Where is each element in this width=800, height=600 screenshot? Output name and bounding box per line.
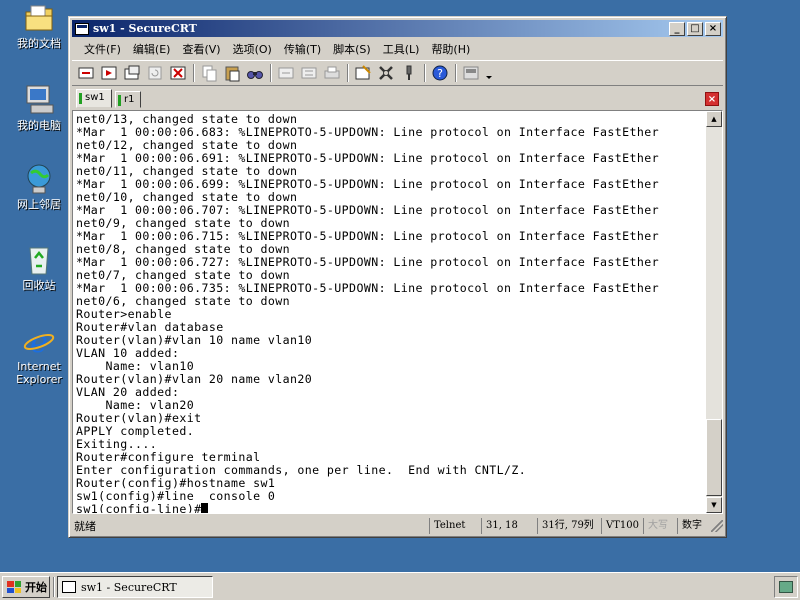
network-places-icon — [22, 163, 56, 195]
tab-sw1[interactable]: sw1 — [76, 89, 112, 108]
minimize-button[interactable]: _ — [669, 21, 685, 36]
status-cursor-position: 31, 18 — [481, 517, 537, 534]
menu-help[interactable]: 帮助(H) — [425, 41, 476, 57]
tab-status-indicator — [79, 93, 82, 104]
resize-grip[interactable] — [711, 519, 723, 532]
menu-options[interactable]: 选项(O) — [227, 41, 278, 57]
menu-view[interactable]: 查看(V) — [176, 41, 226, 57]
securecrt-app-icon — [75, 22, 89, 35]
status-num-lock: 数字 — [677, 517, 709, 534]
scroll-thumb[interactable] — [706, 419, 722, 496]
toolbar-dropdown-icon[interactable] — [484, 63, 494, 83]
my-documents-icon — [22, 2, 56, 34]
toolbar: ? — [72, 60, 723, 86]
tab-r1[interactable]: r1 — [115, 91, 142, 108]
desktop-icon-internet-explorer[interactable]: e Internet Explorer — [6, 325, 72, 386]
tab-status-indicator — [118, 95, 121, 106]
taskbar: 开始 sw1 - SecureCRT — [0, 572, 800, 600]
terminal-line: APPLY completed. — [76, 424, 195, 438]
keymap-icon[interactable] — [399, 63, 419, 83]
svg-text:e: e — [30, 325, 48, 357]
taskbar-button-securecrt[interactable]: sw1 - SecureCRT — [57, 576, 213, 598]
connect-in-tab-icon[interactable] — [122, 63, 142, 83]
status-ready: 就绪 — [74, 519, 96, 533]
window-title: sw1 - SecureCRT — [93, 22, 197, 35]
connect-icon[interactable] — [76, 63, 96, 83]
screen-icon[interactable] — [461, 63, 481, 83]
securecrt-app-icon — [62, 581, 76, 593]
system-tray — [774, 576, 798, 598]
scroll-up-button[interactable]: ▲ — [706, 111, 722, 127]
desktop-icon-my-documents[interactable]: 我的文档 — [6, 2, 72, 50]
recycle-bin-icon — [22, 244, 56, 276]
terminal-line: sw1(config-line)# — [76, 503, 706, 513]
status-caps-lock: 大写 — [643, 517, 677, 534]
tab-label: sw1 — [85, 92, 105, 103]
terminal-frame: net0/13, changed state to down *Mar 1 00:… — [72, 110, 723, 514]
desktop-icon-recycle-bin[interactable]: 回收站 — [6, 244, 72, 292]
menu-tools[interactable]: 工具(L) — [377, 41, 426, 57]
taskbar-button-label: sw1 - SecureCRT — [81, 580, 177, 594]
paste-icon[interactable] — [222, 63, 242, 83]
menu-bar: 文件(F) 编辑(E) 查看(V) 选项(O) 传输(T) 脚本(S) 工具(L… — [72, 39, 723, 58]
desktop-icon-label: 回收站 — [22, 279, 56, 292]
global-options-icon[interactable] — [376, 63, 396, 83]
terminal-cursor — [201, 503, 209, 513]
tab-label: r1 — [124, 94, 135, 105]
desktop-icon-my-computer[interactable]: 我的电脑 — [6, 84, 72, 132]
session-options-icon[interactable] — [353, 63, 373, 83]
my-computer-icon — [22, 84, 56, 116]
send-file-icon[interactable] — [276, 63, 296, 83]
menu-file[interactable]: 文件(F) — [78, 41, 127, 57]
session-tabs: sw1 r1 × — [72, 89, 723, 109]
toolbar-separator — [347, 64, 349, 82]
status-emulation: VT100 — [601, 517, 643, 534]
quick-connect-icon[interactable] — [99, 63, 119, 83]
disconnect-icon[interactable] — [168, 63, 188, 83]
desktop-icon-label: Internet Explorer — [16, 360, 62, 386]
vertical-scrollbar[interactable]: ▲ ▼ — [706, 111, 722, 513]
reconnect-icon[interactable] — [145, 63, 165, 83]
svg-text:?: ? — [437, 67, 443, 80]
start-label: 开始 — [25, 581, 47, 594]
toolbar-separator — [455, 64, 457, 82]
start-button[interactable]: 开始 — [2, 576, 50, 598]
receive-file-icon[interactable] — [299, 63, 319, 83]
status-protocol: Telnet — [429, 517, 481, 534]
help-icon[interactable]: ? — [430, 63, 450, 83]
find-icon[interactable] — [245, 63, 265, 83]
copy-icon[interactable] — [199, 63, 219, 83]
terminal-output[interactable]: net0/13, changed state to down *Mar 1 00:… — [73, 111, 706, 513]
maximize-button[interactable]: □ — [687, 21, 703, 36]
close-button[interactable]: × — [705, 21, 721, 36]
scroll-down-button[interactable]: ▼ — [706, 497, 722, 513]
desktop-icon-label: 网上邻居 — [17, 198, 61, 211]
toolbar-separator — [424, 64, 426, 82]
status-bar: 就绪 Telnet 31, 18 31行, 79列 VT100 大写 数字 — [72, 516, 723, 535]
toolbar-separator — [193, 64, 195, 82]
securecrt-window: sw1 - SecureCRT _ □ × 文件(F) 编辑(E) 查看(V) … — [68, 16, 727, 538]
close-tab-button[interactable]: × — [705, 92, 719, 106]
print-icon[interactable] — [322, 63, 342, 83]
taskbar-divider — [53, 577, 55, 597]
network-tray-icon[interactable] — [779, 581, 793, 593]
toolbar-separator — [270, 64, 272, 82]
desktop-icon-label: 我的文档 — [17, 37, 61, 50]
desktop-icon-label: 我的电脑 — [17, 119, 61, 132]
menu-script[interactable]: 脚本(S) — [327, 41, 377, 57]
windows-logo-icon — [7, 581, 21, 593]
desktop-icon-network-places[interactable]: 网上邻居 — [6, 163, 72, 211]
internet-explorer-icon: e — [22, 325, 56, 360]
menu-edit[interactable]: 编辑(E) — [127, 41, 177, 57]
menu-transfer[interactable]: 传输(T) — [278, 41, 327, 57]
title-bar[interactable]: sw1 - SecureCRT _ □ × — [72, 20, 723, 37]
status-row-column: 31行, 79列 — [537, 517, 601, 534]
